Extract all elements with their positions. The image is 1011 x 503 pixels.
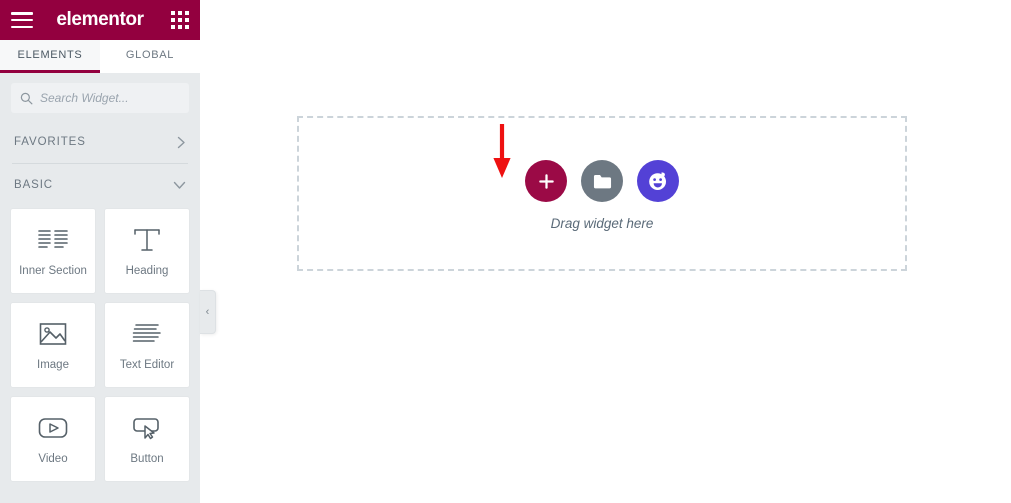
elementor-editor: elementor ELEMENTS GLOBAL FAVORITES (0, 0, 1011, 503)
section-favorites-label: FAVORITES (14, 136, 86, 148)
editor-canvas: Drag widget here (200, 0, 1011, 503)
chevron-left-icon: ‹ (205, 305, 210, 318)
text-editor-icon (132, 319, 162, 349)
happy-addons-button[interactable] (637, 160, 679, 202)
drag-widget-label: Drag widget here (550, 216, 654, 231)
elementor-logo: elementor (56, 9, 144, 30)
panel-collapse-handle[interactable]: ‹ (200, 290, 216, 334)
widget-label: Image (37, 359, 69, 371)
folder-icon (593, 174, 611, 188)
chevron-down-icon (173, 181, 186, 189)
image-icon (39, 319, 67, 349)
video-icon (38, 413, 68, 443)
search-icon (20, 92, 33, 104)
widget-heading[interactable]: Heading (104, 208, 190, 294)
tab-global[interactable]: GLOBAL (100, 40, 200, 73)
add-template-button[interactable] (581, 160, 623, 202)
widget-grid: Inner Section Heading Image Text Editor … (0, 206, 200, 492)
search-widget-input[interactable] (40, 91, 180, 105)
widget-button[interactable]: Button (104, 396, 190, 482)
grid-apps-icon[interactable] (171, 11, 189, 29)
add-new-section-button[interactable] (525, 160, 567, 202)
red-down-arrow-annotation (493, 124, 511, 178)
widget-video[interactable]: Video (10, 396, 96, 482)
search-widget-wrap (0, 73, 200, 121)
inner-section-icon (38, 225, 68, 255)
widget-label: Button (130, 453, 164, 465)
editor-panel: elementor ELEMENTS GLOBAL FAVORITES (0, 0, 216, 503)
widget-text-editor[interactable]: Text Editor (104, 302, 190, 388)
plus-icon (538, 173, 554, 189)
section-basic-label: BASIC (14, 179, 54, 191)
search-widget-box[interactable] (11, 83, 189, 113)
panel-header: elementor (0, 0, 200, 40)
widget-label: Text Editor (119, 359, 175, 371)
add-buttons-row (299, 160, 905, 202)
widget-image[interactable]: Image (10, 302, 96, 388)
widget-inner-section[interactable]: Inner Section (10, 208, 96, 294)
smiley-face-icon (649, 172, 666, 190)
chevron-right-icon (177, 136, 185, 148)
panel-tabs: ELEMENTS GLOBAL (0, 40, 200, 73)
button-icon (132, 413, 162, 443)
section-favorites[interactable]: FAVORITES (0, 121, 200, 163)
widget-label: Video (38, 453, 68, 465)
heading-icon (133, 225, 161, 255)
widget-label: Heading (125, 265, 169, 277)
tab-elements[interactable]: ELEMENTS (0, 40, 100, 73)
section-basic[interactable]: BASIC (0, 164, 200, 206)
widget-label: Inner Section (19, 265, 87, 277)
section-dropzone[interactable]: Drag widget here (297, 116, 907, 271)
